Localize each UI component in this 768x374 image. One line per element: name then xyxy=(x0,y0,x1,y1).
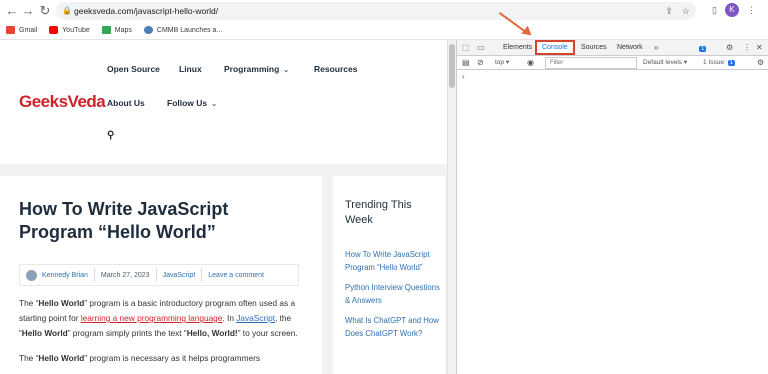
device-toggle-icon[interactable]: ▭ xyxy=(477,40,485,55)
menu-about-us[interactable]: About Us xyxy=(107,98,145,108)
web-page: GeeksVeda Open Source Linux Programming ⌄… xyxy=(0,40,447,374)
devtools-tabbar: ⬚ ▭ Elements Console Sources Network » 1… xyxy=(457,40,768,56)
trending-sidebar: Trending This Week How To Write JavaScri… xyxy=(333,176,445,374)
site-header: GeeksVeda Open Source Linux Programming ⌄… xyxy=(0,40,447,164)
author-avatar xyxy=(26,269,37,281)
gmail-icon xyxy=(6,26,15,34)
learning-language-link[interactable]: learning a new programming language xyxy=(81,313,223,323)
publish-date: March 27, 2023 xyxy=(100,271,150,279)
tab-sources[interactable]: Sources xyxy=(581,40,607,55)
scroll-thumb[interactable] xyxy=(449,44,455,88)
menu-open-source[interactable]: Open Source xyxy=(107,64,160,74)
inspect-icon[interactable]: ⬚ xyxy=(462,40,470,55)
menu-resources[interactable]: Resources xyxy=(314,64,357,74)
log-levels-select[interactable]: Default levels ▾ xyxy=(643,56,687,70)
tab-network[interactable]: Network xyxy=(617,40,643,55)
lock-icon: 🔒 xyxy=(62,6,72,15)
author-link[interactable]: Kennedy Brian xyxy=(42,272,88,279)
youtube-icon xyxy=(49,26,59,34)
share-icon[interactable]: ⇪ xyxy=(665,2,673,20)
menu-programming[interactable]: Programming ⌄ xyxy=(224,64,289,74)
trending-list: How To Write JavaScript Program “Hello W… xyxy=(345,248,441,347)
url-text: geeksveda.com/javascript-hello-world/ xyxy=(74,6,219,16)
tab-elements[interactable]: Elements xyxy=(503,40,532,55)
article-body: The “Hello World” program is a basic int… xyxy=(19,296,309,366)
search-icon[interactable]: ⚲ xyxy=(107,130,114,141)
menu-follow-us[interactable]: Follow Us ⌄ xyxy=(167,98,217,108)
paragraph-2: The “Hello World” program is necessary a… xyxy=(19,353,261,363)
site-logo[interactable]: GeeksVeda xyxy=(19,92,106,112)
context-select[interactable]: top ▾ xyxy=(495,56,509,70)
bookmark-gmail[interactable]: Gmail xyxy=(6,26,37,34)
article-title: How To Write JavaScript Program “Hello W… xyxy=(19,199,229,242)
tab-console[interactable]: Console xyxy=(535,40,575,55)
clear-console-icon[interactable]: ⊘ xyxy=(477,56,484,70)
menu-linux[interactable]: Linux xyxy=(179,64,202,74)
bookmark-maps[interactable]: Maps xyxy=(101,26,132,34)
trending-link[interactable]: How To Write JavaScript Program “Hello W… xyxy=(345,248,441,274)
kebab-menu-icon[interactable]: ⋮ xyxy=(747,5,756,16)
sidebar-title: Trending This Week xyxy=(345,199,412,226)
bookmark-youtube[interactable]: YouTube xyxy=(49,26,90,34)
back-icon[interactable]: ← xyxy=(4,3,20,19)
bookmarks-bar: Gmail YouTube Maps CMMB Launches a... xyxy=(0,22,222,38)
browser-toolbar: ← → ↻ 🔒 geeksveda.com/javascript-hello-w… xyxy=(0,0,768,40)
chevron-down-icon: ⌄ xyxy=(283,67,290,74)
gear-icon[interactable]: ⚙ xyxy=(726,40,733,55)
sidebar-toggle-icon[interactable]: ▤ xyxy=(462,56,470,70)
globe-icon xyxy=(143,26,153,34)
article-card: How To Write JavaScript Program “Hello W… xyxy=(0,176,322,374)
filter-input[interactable]: Filter xyxy=(545,57,637,69)
trending-link[interactable]: Python Interview Questions & Answers xyxy=(345,281,441,307)
devtools-panel: ⬚ ▭ Elements Console Sources Network » 1… xyxy=(456,40,768,374)
issues-badge[interactable]: 1 xyxy=(699,40,707,55)
article-meta: Kennedy Brian March 27, 2023 JavaScript … xyxy=(19,264,299,286)
reload-icon[interactable]: ↻ xyxy=(37,3,53,19)
console-toolbar: ▤ ⊘ top ▾ ◉ Filter Default levels ▾ 1 Is… xyxy=(457,56,768,70)
kebab-menu-icon[interactable]: ⋮ xyxy=(743,40,751,55)
console-prompt[interactable]: › xyxy=(462,72,465,81)
paragraph-1: The “Hello World” program is a basic int… xyxy=(19,298,298,338)
more-tabs-icon[interactable]: » xyxy=(654,40,658,55)
address-bar[interactable]: 🔒 geeksveda.com/javascript-hello-world/ … xyxy=(56,2,696,20)
maps-icon xyxy=(101,26,111,34)
close-icon[interactable]: ✕ xyxy=(756,40,763,55)
forward-icon[interactable]: → xyxy=(20,3,36,19)
bookmark-star-icon[interactable]: ☆ xyxy=(682,2,690,20)
gear-icon[interactable]: ⚙ xyxy=(757,56,764,70)
trending-link[interactable]: What Is ChatGPT and How Does ChatGPT Wor… xyxy=(345,314,441,340)
issues-link[interactable]: 1 Issue: 1 xyxy=(703,56,735,70)
eye-icon[interactable]: ◉ xyxy=(527,56,534,70)
side-panel-icon[interactable]: ▯ xyxy=(712,5,717,16)
avatar[interactable]: K xyxy=(724,3,739,17)
bookmark-cmmb[interactable]: CMMB Launches a... xyxy=(143,26,222,34)
chevron-down-icon: ⌄ xyxy=(211,101,218,108)
comment-link[interactable]: Leave a comment xyxy=(208,272,264,279)
category-link[interactable]: JavaScript xyxy=(163,272,196,279)
page-scrollbar[interactable] xyxy=(447,40,456,374)
javascript-link[interactable]: JavaScript xyxy=(236,313,275,323)
